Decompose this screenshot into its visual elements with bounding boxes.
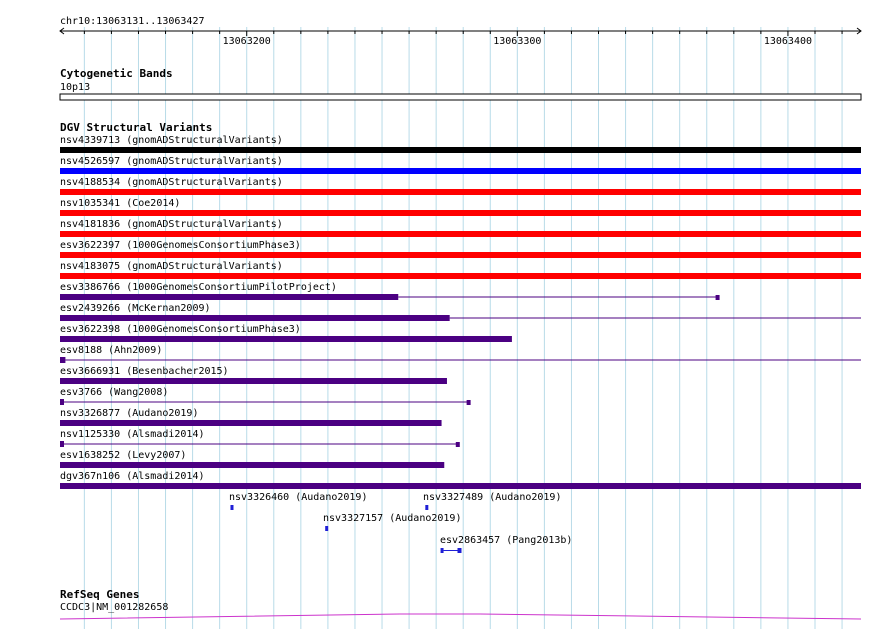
- coordinate-ruler: 13063200 13063300 13063400: [59, 27, 862, 47]
- ruler-tick-label: 13063400: [764, 36, 812, 47]
- dgv-track-label[interactable]: nsv4181836 (gnomADStructuralVariants): [60, 219, 283, 230]
- dgv-small-variant-label[interactable]: nsv3326460 (Audano2019): [229, 492, 367, 503]
- refseq-gene-line[interactable]: [59, 613, 862, 620]
- dgv-variant-end-cap[interactable]: [455, 442, 460, 447]
- cytoband-title[interactable]: Cytogenetic Bands: [60, 67, 173, 80]
- dgv-variant-bar[interactable]: [60, 273, 861, 279]
- dgv-track-label[interactable]: esv3622398 (1000GenomesConsortiumPhase3): [60, 324, 301, 335]
- dgv-variant-bar[interactable]: [60, 483, 861, 489]
- dgv-track-label[interactable]: esv3386766 (1000GenomesConsortiumPilotPr…: [60, 282, 337, 293]
- dgv-small-variant-block[interactable]: [440, 548, 444, 553]
- dgv-track-label[interactable]: esv2439266 (McKernan2009): [60, 303, 211, 314]
- dgv-track-label[interactable]: esv3666931 (Besenbacher2015): [60, 366, 229, 377]
- dgv-variant-bar[interactable]: [60, 357, 66, 363]
- dgv-variant-bar[interactable]: [60, 336, 512, 342]
- dgv-track-label[interactable]: nsv3326877 (Audano2019): [60, 408, 198, 419]
- dgv-small-variant-block[interactable]: [230, 505, 234, 510]
- dgv-track-label[interactable]: esv3622397 (1000GenomesConsortiumPhase3): [60, 240, 301, 251]
- dgv-variant-bar[interactable]: [60, 294, 399, 300]
- dgv-small-variant-block[interactable]: [325, 526, 329, 531]
- dgv-title[interactable]: DGV Structural Variants: [60, 121, 212, 134]
- ruler-tick-label: 13063300: [493, 36, 541, 47]
- dgv-track-label[interactable]: nsv4339713 (gnomADStructuralVariants): [60, 135, 283, 146]
- dgv-track-label[interactable]: nsv4526597 (gnomADStructuralVariants): [60, 156, 283, 167]
- cytoband-track-border[interactable]: [59, 93, 862, 101]
- dgv-variant-bar[interactable]: [60, 399, 64, 405]
- genome-browser-canvas: chr10:13063131..13063427 13063200 1306330…: [59, 16, 862, 629]
- dgv-variant-bar[interactable]: [60, 315, 450, 321]
- dgv-track-label[interactable]: nsv1125330 (Alsmadi2014): [60, 429, 205, 440]
- dgv-small-variant-label[interactable]: nsv3327157 (Audano2019): [323, 513, 461, 524]
- dgv-track-label[interactable]: nsv4183075 (gnomADStructuralVariants): [60, 261, 283, 272]
- dgv-track-label[interactable]: esv3766 (Wang2008): [60, 387, 168, 398]
- refseq-title[interactable]: RefSeq Genes: [60, 588, 139, 601]
- dgv-variant-bar[interactable]: [60, 189, 861, 195]
- dgv-variant-bar[interactable]: [60, 147, 861, 153]
- dgv-track-list: nsv4339713 (gnomADStructuralVariants) nsv…: [60, 135, 861, 489]
- dgv-variant-bar[interactable]: [60, 210, 861, 216]
- dgv-variant-bar[interactable]: [60, 252, 861, 258]
- cytoband-label: 10p13: [60, 82, 90, 93]
- dgv-small-variant-label[interactable]: nsv3327489 (Audano2019): [423, 492, 561, 503]
- dgv-variant-bar[interactable]: [60, 378, 447, 384]
- dgv-small-variants: nsv3326460 (Audano2019) nsv3327489 (Audan…: [229, 492, 572, 553]
- dgv-track-label[interactable]: esv8188 (Ahn2009): [60, 345, 162, 356]
- ruler-tick-label: 13063200: [223, 36, 271, 47]
- dgv-variant-bar[interactable]: [60, 231, 861, 237]
- ruler-location: chr10:13063131..13063427: [60, 16, 205, 27]
- dgv-variant-end-cap[interactable]: [715, 295, 720, 300]
- dgv-small-variant-label[interactable]: esv2863457 (Pang2013b): [440, 535, 572, 546]
- dgv-small-variant-block[interactable]: [425, 505, 429, 510]
- dgv-variant-bar[interactable]: [60, 168, 861, 174]
- dgv-small-variant-block[interactable]: [457, 548, 462, 553]
- dgv-track-label[interactable]: nsv4188534 (gnomADStructuralVariants): [60, 177, 283, 188]
- dgv-variant-bar[interactable]: [60, 441, 64, 447]
- dgv-track-label[interactable]: nsv1035341 (Coe2014): [60, 198, 180, 209]
- dgv-variant-end-cap[interactable]: [466, 400, 471, 405]
- dgv-track-label[interactable]: esv1638252 (Levy2007): [60, 450, 186, 461]
- dgv-variant-bar[interactable]: [60, 462, 445, 468]
- dgv-track-label[interactable]: dgv367n106 (Alsmadi2014): [60, 471, 205, 482]
- refseq-gene-label[interactable]: CCDC3|NM_001282658: [60, 602, 168, 613]
- dgv-variant-bar[interactable]: [60, 420, 442, 426]
